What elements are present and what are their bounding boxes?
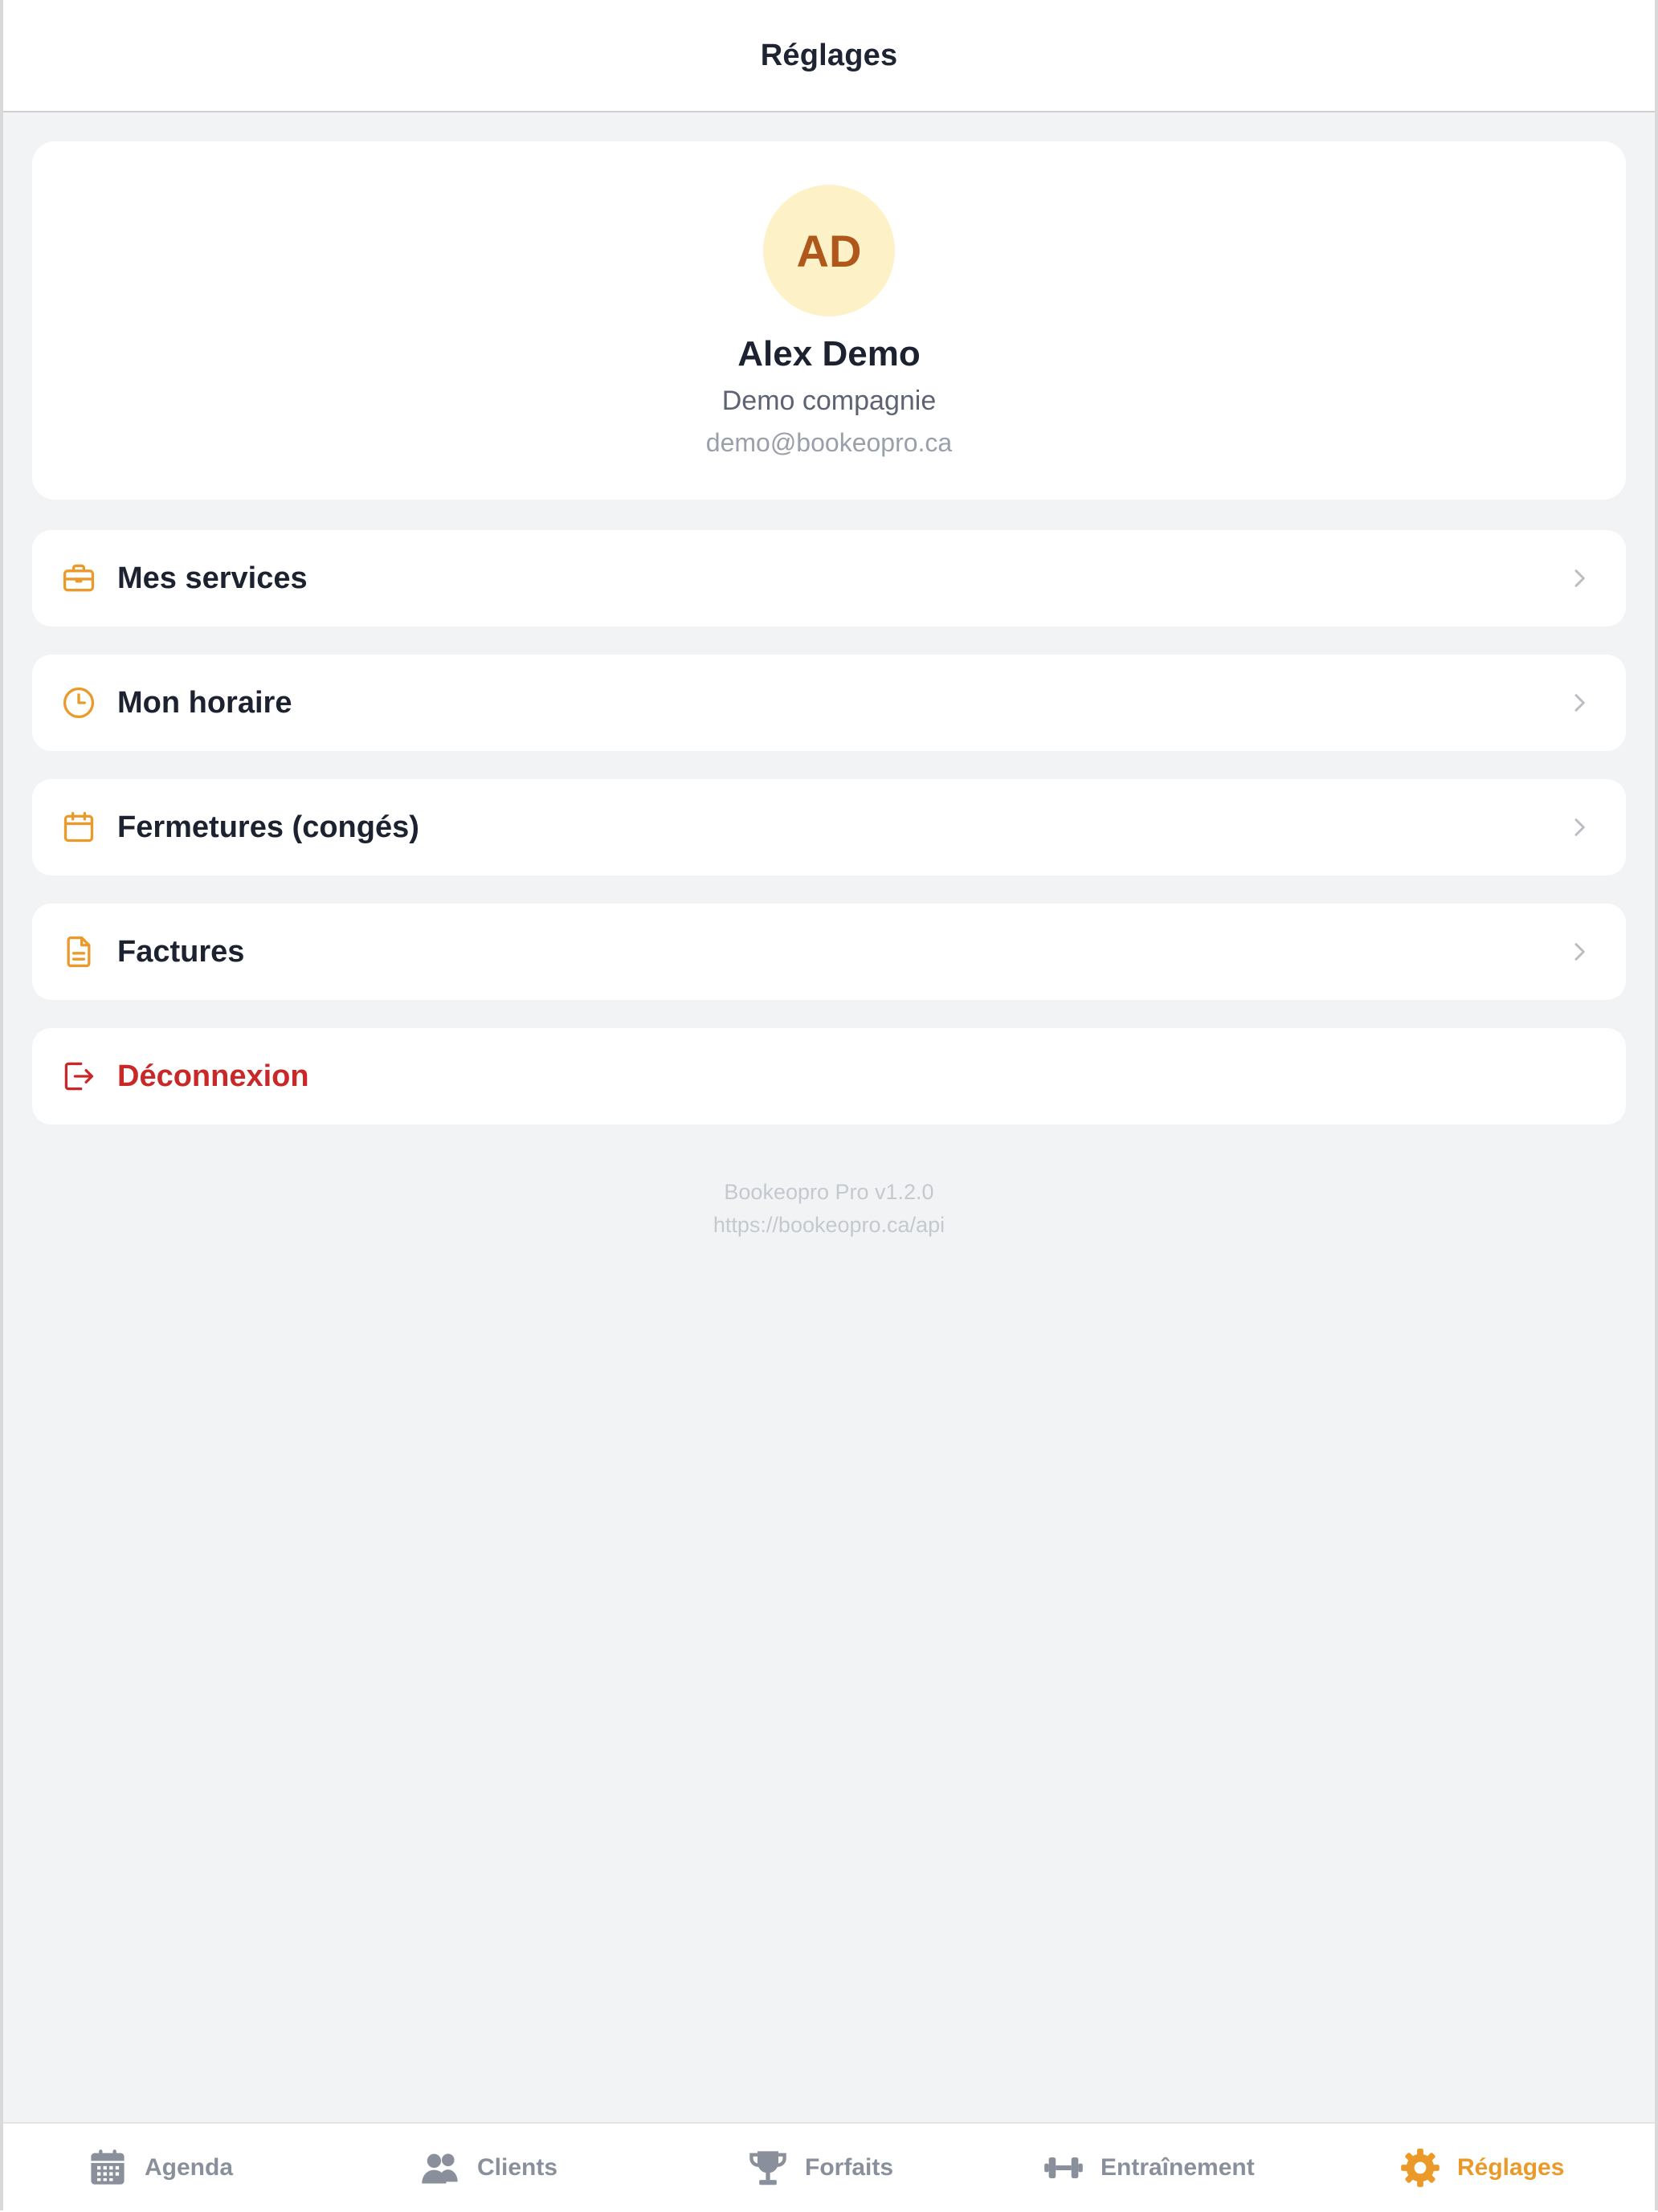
tab-label-entrainement: Entraînement (1101, 2154, 1255, 2181)
chevron-right-icon (1574, 818, 1585, 836)
tab-forfaits[interactable]: Forfaits (747, 2124, 893, 2212)
briefcase-icon (63, 564, 95, 592)
calendar-icon (63, 811, 94, 843)
profile-email: demo@bookeopro.ca (705, 428, 953, 457)
document-icon (67, 936, 91, 968)
header-bar: Réglages (3, 0, 1655, 112)
trophy-icon (749, 2151, 786, 2185)
menu-label-invoices: Factures (117, 934, 245, 969)
chevron-right-icon (1574, 694, 1585, 712)
api-url: https://bookeopro.ca/api (713, 1213, 945, 1237)
logout-button[interactable]: Déconnexion (32, 1028, 1626, 1124)
logout-icon (64, 1062, 94, 1091)
chevron-right-icon (1574, 943, 1585, 961)
users-icon (422, 2153, 458, 2184)
tab-clients[interactable]: Clients (419, 2124, 557, 2212)
menu-item-schedule[interactable]: Mon horaire (32, 655, 1626, 751)
avatar: AD (763, 185, 895, 316)
settings-screen: Réglages AD Alex Demo Demo compagnie dem… (0, 0, 1658, 2210)
menu-item-services[interactable]: Mes services (32, 530, 1626, 626)
menu-item-invoices[interactable]: Factures (32, 904, 1626, 1000)
tab-label-clients: Clients (477, 2154, 558, 2181)
dumbbell-icon (1044, 2157, 1083, 2178)
app-version: Bookeopro Pro v1.2.0 (724, 1180, 934, 1204)
calendar-grid-icon (91, 2149, 125, 2185)
menu-label-closures: Fermetures (congés) (117, 810, 419, 844)
tab-label-forfaits: Forfaits (805, 2154, 894, 2181)
menu-label-schedule: Mon horaire (117, 685, 292, 720)
gear-icon (1401, 2149, 1440, 2187)
profile-company: Demo compagnie (721, 386, 937, 416)
menu-label-logout: Déconnexion (117, 1059, 309, 1093)
window-edge-right (1655, 0, 1658, 2210)
tab-agenda[interactable]: Agenda (87, 2124, 233, 2212)
tab-entrainement[interactable]: Entraînement (1043, 2124, 1255, 2212)
menu-label-services: Mes services (117, 561, 308, 595)
chevron-right-icon (1574, 569, 1585, 587)
tab-label-agenda: Agenda (145, 2154, 234, 2181)
page-title: Réglages (760, 38, 898, 72)
bottom-tab-bar: Agenda Clients Forfaits Entraînement Rég… (3, 2122, 1655, 2210)
avatar-initials: AD (796, 225, 862, 276)
tab-reglages[interactable]: Réglages (1399, 2124, 1564, 2212)
app-info: Bookeopro Pro v1.2.0 https://bookeopro.c… (32, 1176, 1626, 1242)
profile-name: Alex Demo (737, 334, 921, 373)
tab-label-reglages: Réglages (1457, 2154, 1565, 2181)
profile-card: AD Alex Demo Demo compagnie demo@bookeop… (32, 141, 1626, 500)
clock-icon (63, 687, 95, 719)
window-edge-left (0, 0, 3, 2210)
menu-item-closures[interactable]: Fermetures (congés) (32, 779, 1626, 875)
